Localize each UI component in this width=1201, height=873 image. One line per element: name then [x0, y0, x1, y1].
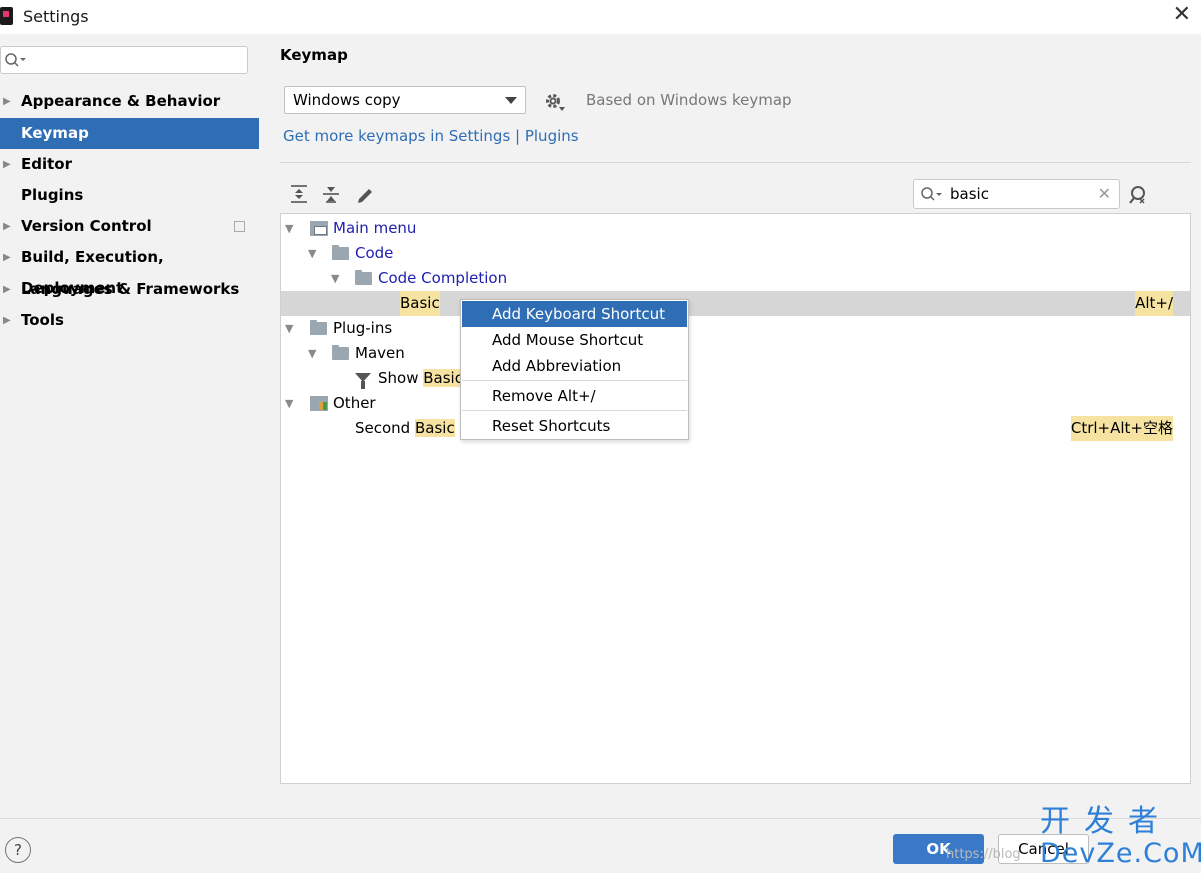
folder-icon	[310, 320, 327, 335]
keymap-filter-input[interactable]: basic ✕	[913, 179, 1120, 209]
filter-funnel-icon	[355, 373, 371, 389]
expand-all-icon[interactable]	[290, 184, 308, 208]
clear-icon[interactable]: ✕	[1098, 184, 1111, 203]
tree-row-label: Other	[333, 394, 376, 412]
search-icon	[4, 52, 26, 72]
chevron-down-icon	[505, 97, 517, 104]
other-actions-icon	[310, 396, 328, 411]
shortcut-badge: Ctrl+Alt+空格	[1070, 416, 1173, 441]
expand-arrow-icon: ▶	[3, 252, 11, 263]
watermark-logo: 开发者 DevZe.CoM	[1040, 804, 1201, 869]
tree-row-label: Plug-ins	[333, 319, 393, 337]
tree-row-label: Show Basic	[378, 369, 463, 387]
collapse-all-icon[interactable]	[322, 184, 340, 208]
menu-item-add-mouse-shortcut[interactable]: Add Mouse Shortcut	[462, 327, 687, 353]
menu-item-add-abbreviation[interactable]: Add Abbreviation	[462, 353, 687, 379]
folder-icon	[332, 245, 349, 260]
keymap-panel: Keymap Windows copy Based on Windows key…	[259, 34, 1201, 818]
settings-sidebar: ▶ Appearance & Behavior Keymap ▶ Editor …	[0, 34, 259, 818]
main-menu-icon	[310, 221, 328, 236]
settings-search-input[interactable]	[0, 46, 248, 74]
tree-row[interactable]: ▼ Code	[281, 241, 1190, 266]
watermark-cn: 开发者	[1040, 804, 1172, 839]
help-button[interactable]: ?	[5, 837, 31, 863]
sidebar-item-label: Languages & Frameworks	[21, 280, 240, 298]
expand-arrow-icon: ▶	[3, 96, 11, 107]
context-menu: Add Keyboard Shortcut Add Mouse Shortcut…	[460, 299, 689, 440]
window-title: Settings	[23, 7, 89, 26]
tree-row-label: Code	[355, 244, 394, 262]
tree-row[interactable]: ▼ Maven	[281, 341, 1190, 366]
expand-arrow-icon: ▶	[3, 159, 11, 170]
keymap-action-tree: ▼ Main menu ▼ Code ▼ Code Completion Bas…	[280, 213, 1191, 784]
folder-icon	[332, 345, 349, 360]
expand-arrow-icon: ▼	[308, 347, 317, 360]
expand-arrow-icon: ▶	[3, 284, 11, 295]
keymap-select-value: Windows copy	[293, 91, 401, 109]
dialog-footer: ? OK Cancel https://blog 开发者 DevZe.CoM	[0, 805, 1201, 873]
expand-arrow-icon: ▼	[308, 247, 317, 260]
sidebar-item-plugins[interactable]: Plugins	[0, 180, 259, 211]
expand-arrow-icon: ▼	[285, 322, 294, 335]
gear-icon[interactable]	[544, 92, 566, 116]
expand-arrow-icon: ▶	[3, 221, 11, 232]
menu-item-reset-shortcuts[interactable]: Reset Shortcuts	[462, 413, 687, 439]
tree-row[interactable]: ▼ Other	[281, 391, 1190, 416]
shortcut-badge: Alt+/	[1135, 291, 1173, 316]
tree-row[interactable]: Show Basic	[281, 366, 1190, 391]
title-bar: Settings ✕	[0, 0, 1201, 34]
page-title: Keymap	[280, 46, 348, 64]
sidebar-item-label: Tools	[21, 311, 64, 329]
watermark-url: https://blog	[946, 847, 1021, 862]
sidebar-item-editor[interactable]: ▶ Editor	[0, 149, 259, 180]
menu-item-add-keyboard-shortcut[interactable]: Add Keyboard Shortcut	[462, 301, 687, 327]
project-level-icon	[234, 221, 245, 232]
tree-row-label: Basic	[400, 291, 440, 316]
folder-icon	[355, 270, 372, 285]
close-icon[interactable]: ✕	[1173, 4, 1191, 26]
menu-separator	[462, 410, 687, 411]
tree-row[interactable]: ▼ Plug-ins	[281, 316, 1190, 341]
watermark-en: DevZe.CoM	[1040, 838, 1201, 869]
expand-arrow-icon: ▼	[285, 397, 294, 410]
tree-row-label: Code Completion	[378, 269, 508, 287]
menu-separator	[462, 380, 687, 381]
sidebar-item-label: Appearance & Behavior	[21, 92, 221, 110]
sidebar-item-label: Editor	[21, 155, 72, 173]
expand-arrow-icon: ▼	[285, 222, 294, 235]
tree-row[interactable]: ▼ Code Completion	[281, 266, 1190, 291]
tree-row[interactable]: ▼ Main menu	[281, 216, 1190, 241]
divider	[280, 162, 1191, 163]
sidebar-item-keymap[interactable]: Keymap	[0, 118, 259, 149]
sidebar-item-label: Plugins	[21, 186, 84, 204]
tree-row-label: Second Basic C	[355, 419, 470, 437]
filter-value: basic	[950, 185, 989, 203]
keymap-select[interactable]: Windows copy	[284, 86, 526, 114]
sidebar-item-tools[interactable]: ▶ Tools	[0, 305, 259, 336]
more-keymaps-link[interactable]: Get more keymaps in Settings | Plugins	[283, 127, 579, 145]
expand-arrow-icon: ▶	[3, 315, 11, 326]
sidebar-item-languages[interactable]: ▶ Languages & Frameworks	[0, 274, 259, 305]
edit-pencil-icon[interactable]	[356, 184, 374, 208]
sidebar-item-appearance[interactable]: ▶ Appearance & Behavior	[0, 86, 259, 117]
sidebar-item-version-control[interactable]: ▶ Version Control	[0, 211, 259, 242]
search-icon	[920, 186, 944, 208]
intellij-app-icon	[0, 7, 13, 25]
find-by-shortcut-icon[interactable]	[1128, 184, 1152, 210]
expand-arrow-icon: ▼	[331, 272, 340, 285]
sidebar-item-build[interactable]: ▶ Build, Execution, Deployment	[0, 242, 259, 297]
sidebar-item-label: Keymap	[21, 124, 89, 142]
tree-row-label: Maven	[355, 344, 405, 362]
based-on-text: Based on Windows keymap	[586, 91, 792, 109]
tree-row[interactable]: Second Basic C Ctrl+Alt+空格	[281, 416, 1190, 441]
tree-row-selected[interactable]: Basic Alt+/	[281, 291, 1190, 316]
sidebar-item-label: Version Control	[21, 217, 152, 235]
menu-item-remove-shortcut[interactable]: Remove Alt+/	[462, 383, 687, 409]
tree-row-label: Main menu	[333, 219, 417, 237]
